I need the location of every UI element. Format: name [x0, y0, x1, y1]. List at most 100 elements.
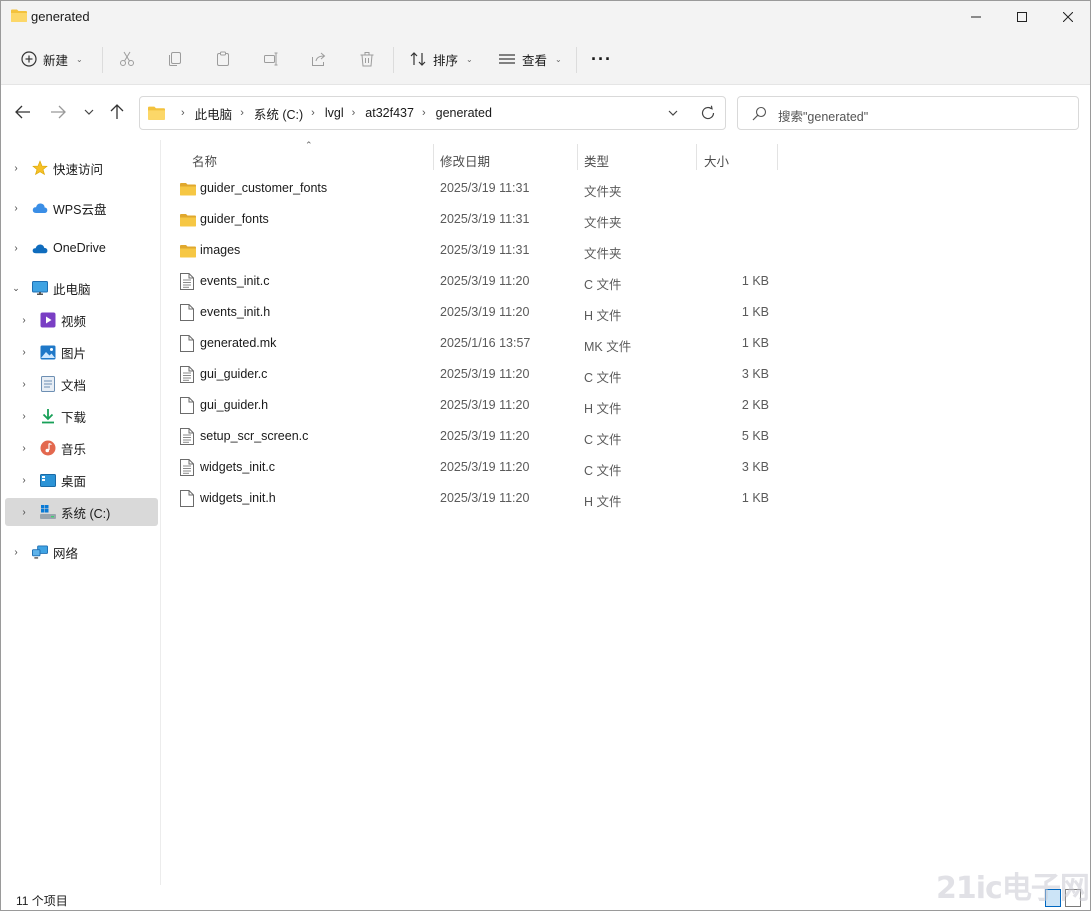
- file-row[interactable]: events_init.c 2025/3/19 11:20 C 文件 1 KB: [172, 266, 792, 297]
- maximize-button[interactable]: [999, 1, 1045, 33]
- refresh-button[interactable]: [700, 105, 716, 124]
- file-row[interactable]: generated.mk 2025/1/16 13:57 MK 文件 1 KB: [172, 328, 792, 359]
- column-header-type[interactable]: 类型: [584, 148, 609, 172]
- chevron-right-icon[interactable]: ›: [19, 443, 29, 454]
- sidebar-item-system-c[interactable]: › 系统 (C:): [5, 498, 158, 526]
- share-button[interactable]: [311, 43, 327, 75]
- maximize-icon: [1017, 12, 1027, 22]
- breadcrumb-item-system-c[interactable]: 系统 (C:): [254, 104, 303, 123]
- column-header-name[interactable]: 名称: [192, 148, 217, 172]
- rename-icon: [264, 52, 278, 66]
- delete-button[interactable]: [359, 43, 375, 75]
- recent-locations-button[interactable]: [75, 98, 103, 126]
- column-header-label: 类型: [584, 154, 610, 169]
- sidebar-item-onedrive[interactable]: › OneDrive: [1, 234, 158, 262]
- breadcrumb-item-at32f437[interactable]: at32f437: [365, 106, 414, 120]
- file-row[interactable]: guider_customer_fonts 2025/3/19 11:31 文件夹: [172, 173, 792, 204]
- back-button[interactable]: [9, 98, 37, 126]
- file-type: 文件夹: [584, 216, 622, 230]
- network-icon: [32, 544, 48, 560]
- sidebar-item-label: 网络: [53, 546, 79, 561]
- file-type: C 文件: [584, 433, 622, 447]
- chevron-right-icon[interactable]: ›: [19, 347, 29, 358]
- view-list-icon: [499, 54, 515, 64]
- breadcrumb-item-lvgl[interactable]: lvgl: [325, 106, 344, 120]
- document-icon: [40, 376, 56, 392]
- minimize-button[interactable]: [953, 1, 999, 33]
- chevron-right-icon[interactable]: ›: [11, 163, 21, 174]
- file-row[interactable]: events_init.h 2025/3/19 11:20 H 文件 1 KB: [172, 297, 792, 328]
- file-row[interactable]: widgets_init.c 2025/3/19 11:20 C 文件 3 KB: [172, 452, 792, 483]
- cut-button[interactable]: [119, 43, 135, 75]
- chevron-right-icon[interactable]: ›: [19, 411, 29, 422]
- sidebar-item-quick-access[interactable]: › 快速访问: [1, 154, 158, 182]
- breadcrumb-item-generated[interactable]: generated: [436, 106, 492, 120]
- chevron-right-icon[interactable]: ›: [19, 315, 29, 326]
- chevron-right-icon[interactable]: ›: [19, 379, 29, 390]
- sidebar-item-wps-cloud[interactable]: › WPS云盘: [1, 194, 158, 222]
- view-button[interactable]: 查看 ⌄: [498, 43, 562, 75]
- file-row[interactable]: gui_guider.h 2025/3/19 11:20 H 文件 2 KB: [172, 390, 792, 421]
- search-input[interactable]: 搜索"generated": [778, 106, 868, 125]
- file-date: 2025/3/19 11:31: [440, 181, 530, 195]
- chevron-down-icon: ⌄: [555, 54, 562, 64]
- delete-icon: [360, 52, 374, 67]
- chevron-right-icon[interactable]: ›: [19, 507, 29, 518]
- column-divider[interactable]: [433, 144, 434, 170]
- column-divider[interactable]: [577, 144, 578, 170]
- forward-button[interactable]: [44, 98, 72, 126]
- file-row[interactable]: gui_guider.c 2025/3/19 11:20 C 文件 3 KB: [172, 359, 792, 390]
- file-date: 2025/3/19 11:20: [440, 491, 530, 505]
- search-box[interactable]: 搜索"generated": [737, 96, 1079, 130]
- sidebar-item-pictures[interactable]: › 图片: [1, 338, 158, 366]
- file-date: 2025/3/19 11:20: [440, 460, 530, 474]
- breadcrumb-item-this-pc[interactable]: 此电脑: [195, 104, 233, 123]
- sidebar-item-label: 此电脑: [53, 282, 91, 297]
- up-button[interactable]: [103, 98, 131, 126]
- file-size: 1 KB: [741, 491, 769, 505]
- new-button[interactable]: 新建 ⌄: [21, 43, 83, 75]
- address-bar[interactable]: › 此电脑 › 系统 (C:) › lvgl › at32f437 › gene…: [139, 96, 726, 130]
- sidebar-item-downloads[interactable]: › 下载: [1, 402, 158, 430]
- chevron-right-icon[interactable]: ›: [11, 243, 21, 254]
- sidebar-item-network[interactable]: › 网络: [1, 538, 158, 566]
- more-options-button[interactable]: ···: [591, 43, 612, 75]
- sort-button[interactable]: 排序 ⌄: [409, 43, 473, 75]
- drive-icon: [40, 504, 56, 520]
- file-icon: [180, 490, 196, 507]
- file-row[interactable]: guider_fonts 2025/3/19 11:31 文件夹: [172, 204, 792, 235]
- sidebar-item-videos[interactable]: › 视频: [1, 306, 158, 334]
- file-size: 5 KB: [741, 429, 769, 443]
- chevron-right-icon[interactable]: ›: [11, 203, 21, 214]
- copy-button[interactable]: [167, 43, 183, 75]
- sidebar-item-documents[interactable]: › 文档: [1, 370, 158, 398]
- paste-button[interactable]: [215, 43, 231, 75]
- close-button[interactable]: [1045, 1, 1090, 33]
- column-header-date[interactable]: 修改日期: [440, 148, 490, 172]
- column-header-size[interactable]: 大小: [704, 148, 729, 172]
- column-divider[interactable]: [777, 144, 778, 170]
- column-header-label: 修改日期: [440, 154, 491, 169]
- arrow-up-icon: [110, 104, 124, 119]
- file-row[interactable]: setup_scr_screen.c 2025/3/19 11:20 C 文件 5 K…: [172, 421, 792, 452]
- file-type: 文件夹: [584, 185, 622, 199]
- folder-icon: [11, 9, 27, 22]
- column-divider[interactable]: [696, 144, 697, 170]
- sidebar-item-music[interactable]: › 音乐: [1, 434, 158, 462]
- chevron-right-icon[interactable]: ›: [11, 547, 21, 558]
- sidebar-item-desktop[interactable]: › 桌面: [1, 466, 158, 494]
- chevron-down-icon[interactable]: ⌄: [11, 283, 21, 294]
- share-icon: [312, 52, 326, 66]
- chevron-right-icon: ›: [311, 107, 315, 119]
- address-history-button[interactable]: [667, 106, 679, 123]
- sidebar-item-this-pc[interactable]: ⌄ 此电脑: [1, 274, 158, 302]
- file-icon: [180, 397, 196, 414]
- file-type: H 文件: [584, 495, 622, 509]
- file-name: setup_scr_screen.c: [200, 429, 309, 443]
- rename-button[interactable]: [263, 43, 279, 75]
- chevron-right-icon[interactable]: ›: [19, 475, 29, 486]
- window-title: generated: [31, 9, 90, 24]
- file-size: 3 KB: [741, 460, 769, 474]
- file-row[interactable]: images 2025/3/19 11:31 文件夹: [172, 235, 792, 266]
- file-row[interactable]: widgets_init.h 2025/3/19 11:20 H 文件 1 KB: [172, 483, 792, 514]
